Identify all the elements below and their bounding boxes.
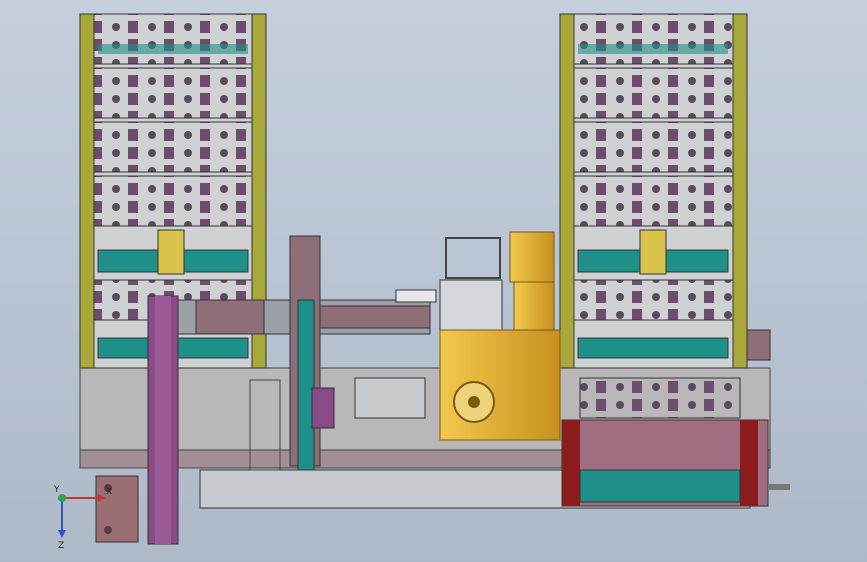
right-tray-4	[573, 175, 734, 227]
left-tray-3	[93, 121, 253, 173]
left-tray-1	[93, 13, 253, 65]
triad-x-label: X	[106, 487, 112, 497]
left-tray-2	[93, 67, 253, 119]
triad-y-label: Y	[53, 485, 60, 495]
right-magazine-tower	[559, 13, 748, 369]
left-tray-4	[93, 175, 253, 227]
right-tray-1	[573, 13, 734, 65]
right-tray-3	[573, 121, 734, 173]
machine-assembly-drawing: X Y Z	[53, 13, 790, 551]
right-tray-2	[573, 67, 734, 119]
triad-z-label: Z	[58, 541, 64, 551]
right-tray-5	[573, 279, 734, 321]
cad-viewport[interactable]: X Y Z	[0, 0, 867, 562]
